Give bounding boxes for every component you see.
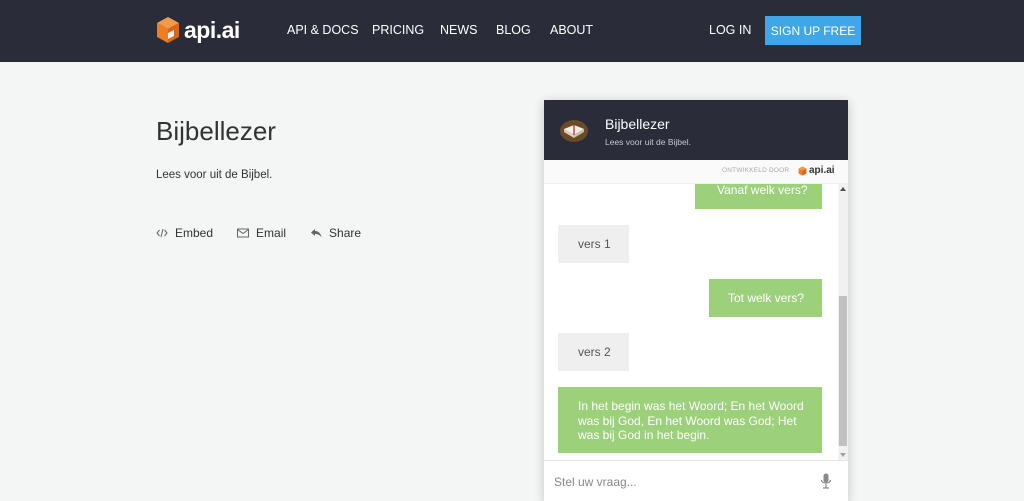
embed-label: Embed bbox=[175, 226, 214, 240]
message-user: Tot welk vers? bbox=[709, 279, 822, 317]
share-label: Share bbox=[329, 226, 362, 240]
chat-query-input[interactable] bbox=[554, 471, 804, 493]
chat-scrollbar[interactable] bbox=[838, 184, 848, 460]
nav-about[interactable]: ABOUT bbox=[550, 23, 593, 37]
code-icon bbox=[156, 228, 168, 238]
chat-widget: Bijbellezer Lees voor uit de Bijbel. ONT… bbox=[544, 100, 848, 501]
login-link[interactable]: LOG IN bbox=[709, 23, 751, 37]
scroll-up-arrow[interactable] bbox=[840, 187, 846, 191]
powered-by-text: ONTWIKKELD DOOR bbox=[722, 167, 790, 174]
scroll-down-arrow[interactable] bbox=[840, 453, 846, 457]
nav-pricing[interactable]: PRICING bbox=[372, 23, 424, 37]
api-ai-cube-icon bbox=[798, 165, 807, 176]
email-label: Email bbox=[256, 226, 287, 240]
embed-button[interactable]: Embed bbox=[156, 226, 213, 240]
email-button[interactable]: Email bbox=[237, 226, 286, 240]
agent-actions: Embed Email Share bbox=[156, 226, 385, 240]
nav-news[interactable]: NEWS bbox=[440, 23, 478, 37]
envelope-icon bbox=[237, 228, 250, 238]
chat-subtitle: Lees voor uit de Bijbel. bbox=[605, 137, 691, 147]
chat-header: Bijbellezer Lees voor uit de Bijbel. bbox=[544, 100, 848, 160]
top-navigation-bar: api.ai API & DOCS PRICING NEWS BLOG ABOU… bbox=[0, 0, 1024, 62]
powered-by-bar: ONTWIKKELD DOOR api.ai bbox=[544, 160, 848, 184]
message-user: Vanaf welk vers? bbox=[695, 184, 822, 209]
api-ai-logo[interactable]: api.ai bbox=[156, 15, 240, 45]
powered-by-logo[interactable]: api.ai bbox=[798, 165, 835, 176]
message-user: In het begin was het Woord; En het Woord… bbox=[558, 387, 822, 453]
bible-book-icon bbox=[560, 120, 588, 142]
share-button[interactable]: Share bbox=[310, 226, 361, 240]
api-ai-cube-icon bbox=[157, 17, 179, 43]
signup-button[interactable]: SIGN UP FREE bbox=[765, 16, 861, 45]
nav-api-docs[interactable]: API & DOCS bbox=[287, 23, 359, 37]
message-bot: vers 2 bbox=[558, 333, 629, 371]
agent-description: Lees voor uit de Bijbel. bbox=[156, 169, 273, 181]
microphone-icon[interactable] bbox=[820, 473, 832, 490]
message-bot: vers 1 bbox=[558, 225, 629, 263]
chat-messages[interactable]: Vanaf welk vers? vers 1 Tot welk vers? v… bbox=[544, 184, 838, 460]
logo-text: api.ai bbox=[184, 16, 240, 43]
agent-title: Bijbellezer bbox=[156, 116, 276, 146]
reply-arrow-icon bbox=[311, 229, 322, 238]
chat-title: Bijbellezer bbox=[605, 116, 670, 132]
chat-input-bar bbox=[544, 460, 848, 501]
powered-by-logo-text: api.ai bbox=[809, 165, 835, 176]
scroll-thumb[interactable] bbox=[839, 296, 847, 446]
nav-blog[interactable]: BLOG bbox=[496, 23, 531, 37]
